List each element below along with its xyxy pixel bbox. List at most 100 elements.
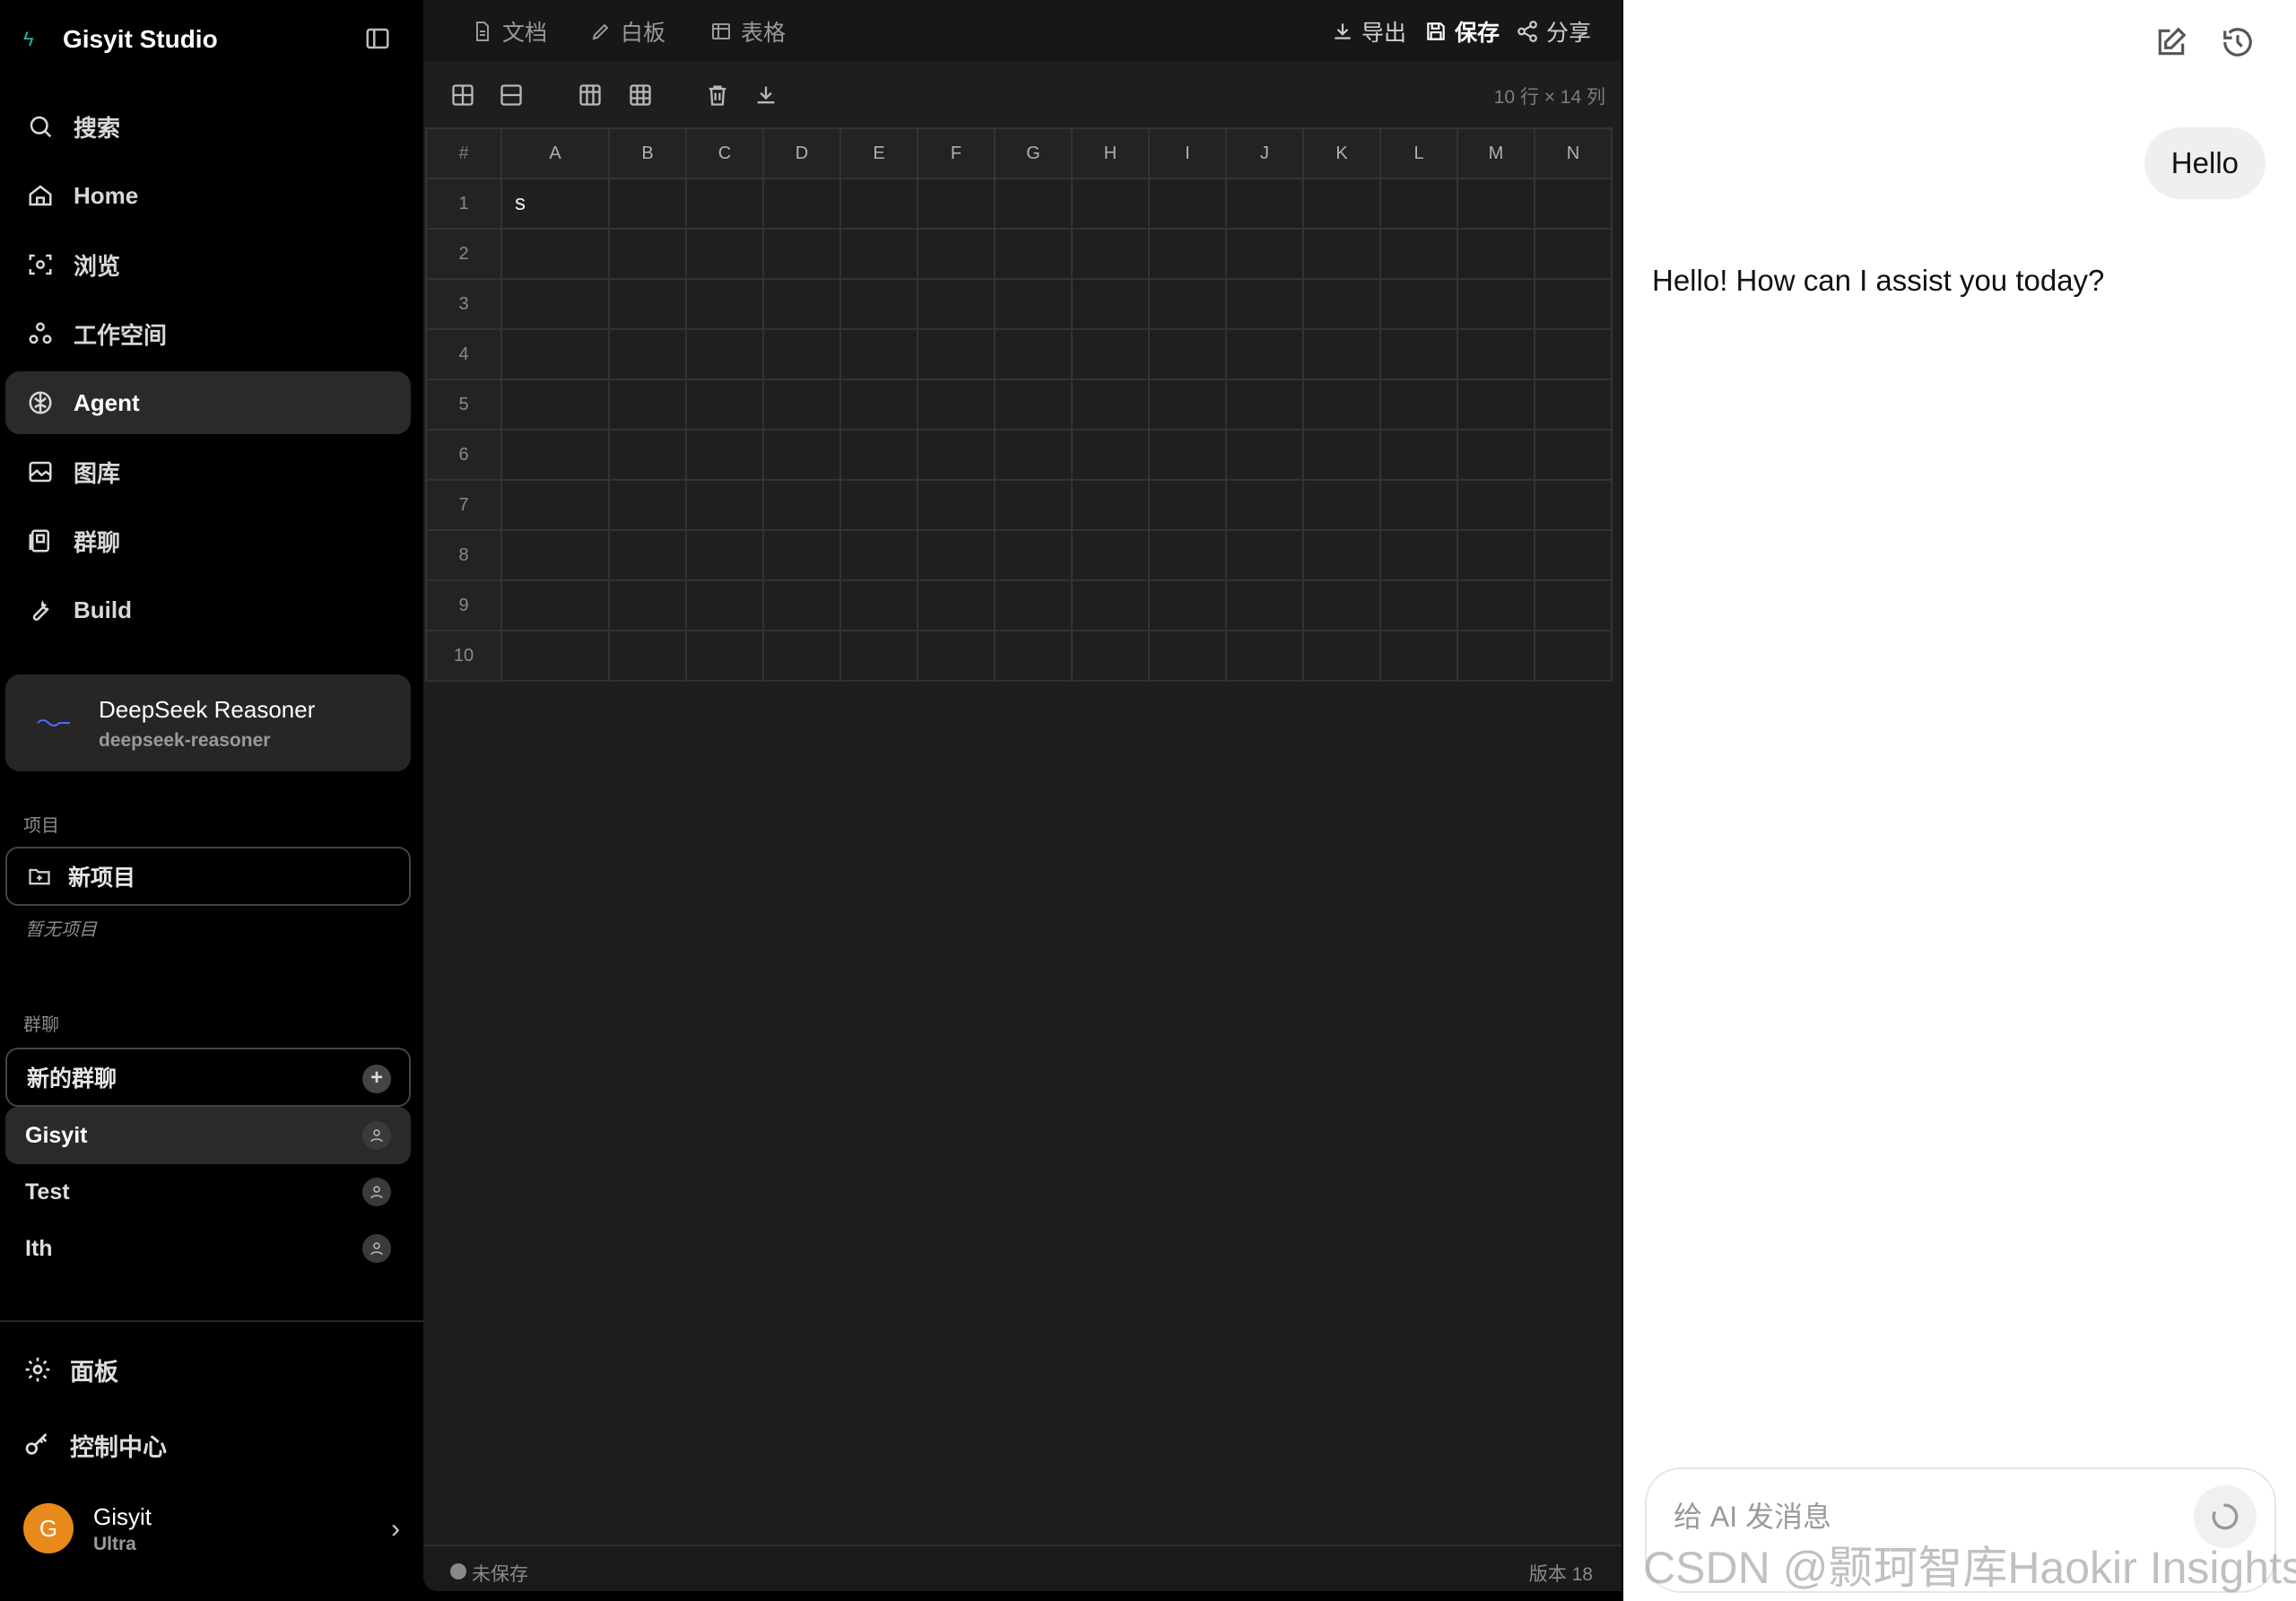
grid-cell[interactable] <box>839 278 918 330</box>
brand[interactable]: ϟ Gisyit Studio <box>23 22 218 57</box>
panel-button[interactable]: 面板 <box>23 1347 118 1392</box>
grid-cell[interactable] <box>917 178 996 230</box>
grid-cell[interactable] <box>1071 529 1150 581</box>
nav-item-gallery[interactable]: 图库 <box>5 440 411 503</box>
row-header[interactable]: 9 <box>425 579 502 631</box>
grid-cell[interactable] <box>1225 579 1304 631</box>
column-header[interactable]: M <box>1457 127 1535 179</box>
grid-cell[interactable] <box>1457 328 1535 380</box>
grid-cell[interactable] <box>994 378 1073 431</box>
grid-cell[interactable] <box>1225 378 1304 431</box>
grid-cell[interactable] <box>762 178 841 230</box>
grid-cell[interactable] <box>1534 579 1613 631</box>
grid-cell[interactable] <box>1148 579 1227 631</box>
new-group-chat-button[interactable]: 新的群聊 + <box>5 1048 411 1107</box>
grid-cell[interactable] <box>1379 630 1458 682</box>
tab-document[interactable]: 文档 <box>472 16 547 47</box>
grid-cell[interactable] <box>500 579 610 631</box>
grid-cell[interactable] <box>1225 328 1304 380</box>
row-header[interactable]: 1 <box>425 178 502 230</box>
nav-item-browse[interactable]: 浏览 <box>5 233 411 296</box>
column-header[interactable]: G <box>994 127 1073 179</box>
grid-cell[interactable] <box>608 630 687 682</box>
grid-cell[interactable] <box>762 278 841 330</box>
save-button[interactable]: 保存 <box>1424 16 1500 47</box>
grid-cell[interactable] <box>500 278 610 330</box>
nav-item-search[interactable]: 搜索 <box>5 95 411 158</box>
group-chat-item[interactable]: Gisyit <box>5 1107 411 1164</box>
grid-cell[interactable] <box>1457 479 1535 531</box>
grid-cell[interactable] <box>839 529 918 581</box>
grid-cell[interactable] <box>500 328 610 380</box>
grid-cell[interactable] <box>500 378 610 431</box>
grid-cell[interactable] <box>762 328 841 380</box>
grid-cell[interactable] <box>917 479 996 531</box>
grid-cell[interactable] <box>994 429 1073 481</box>
grid-cell[interactable] <box>1071 378 1150 431</box>
grid-cell[interactable] <box>685 378 764 431</box>
grid-cell[interactable] <box>685 429 764 481</box>
nav-item-agent[interactable]: Agent <box>5 371 411 434</box>
grid-cell[interactable] <box>917 529 996 581</box>
grid-cell[interactable] <box>1534 479 1613 531</box>
grid-cell[interactable] <box>839 228 918 280</box>
grid-cell[interactable] <box>1225 278 1304 330</box>
grid-cell[interactable] <box>994 328 1073 380</box>
row-header[interactable]: 2 <box>425 228 502 280</box>
grid-cell[interactable] <box>1071 630 1150 682</box>
plus-icon[interactable]: + <box>362 1065 391 1093</box>
grid-cell[interactable] <box>1534 429 1613 481</box>
grid-cell[interactable] <box>1457 178 1535 230</box>
user-profile[interactable]: G Gisyit Ultra › <box>23 1500 400 1562</box>
insert-column-button[interactable] <box>576 81 604 109</box>
row-header[interactable]: 7 <box>425 479 502 531</box>
grid-cell[interactable] <box>608 579 687 631</box>
row-header[interactable]: 5 <box>425 378 502 431</box>
grid-cell[interactable] <box>608 328 687 380</box>
grid-cell[interactable] <box>917 378 996 431</box>
grid-cell[interactable] <box>1071 178 1150 230</box>
delete-column-button[interactable] <box>626 81 655 109</box>
grid-cell[interactable] <box>917 429 996 481</box>
grid-cell[interactable] <box>994 278 1073 330</box>
grid-cell[interactable] <box>1302 429 1381 481</box>
column-header[interactable]: D <box>762 127 841 179</box>
delete-row-button[interactable] <box>497 81 526 109</box>
download-sheet-button[interactable] <box>752 81 780 109</box>
column-header[interactable]: I <box>1148 127 1227 179</box>
grid-cell[interactable] <box>994 479 1073 531</box>
grid-cell[interactable] <box>1379 328 1458 380</box>
grid-cell[interactable] <box>685 278 764 330</box>
history-button[interactable] <box>2221 25 2257 61</box>
grid-cell[interactable] <box>608 529 687 581</box>
column-header[interactable]: B <box>608 127 687 179</box>
grid-cell[interactable] <box>685 630 764 682</box>
grid-cell[interactable] <box>1457 378 1535 431</box>
grid-cell[interactable] <box>1379 529 1458 581</box>
row-header[interactable]: 3 <box>425 278 502 330</box>
grid-cell[interactable] <box>608 429 687 481</box>
grid-cell[interactable] <box>1148 529 1227 581</box>
grid-cell[interactable] <box>762 630 841 682</box>
grid-cell[interactable] <box>994 579 1073 631</box>
grid-cell[interactable] <box>500 529 610 581</box>
grid-cell[interactable] <box>685 178 764 230</box>
grid-cell[interactable] <box>1225 479 1304 531</box>
grid-cell[interactable] <box>1148 429 1227 481</box>
grid-cell[interactable] <box>1225 228 1304 280</box>
grid-cell[interactable] <box>1225 429 1304 481</box>
grid-cell[interactable] <box>1457 228 1535 280</box>
grid-cell[interactable] <box>1302 178 1381 230</box>
grid-cell[interactable] <box>1379 479 1458 531</box>
export-button[interactable]: 导出 <box>1331 16 1406 47</box>
grid-cell[interactable] <box>1457 278 1535 330</box>
grid-cell[interactable] <box>839 378 918 431</box>
grid-cell[interactable] <box>1148 228 1227 280</box>
grid-cell[interactable] <box>1379 228 1458 280</box>
grid-cell[interactable] <box>917 579 996 631</box>
column-header[interactable]: L <box>1379 127 1458 179</box>
grid-cell[interactable] <box>1302 278 1381 330</box>
grid-cell[interactable] <box>762 378 841 431</box>
clear-button[interactable] <box>703 81 732 109</box>
grid-cell[interactable] <box>762 479 841 531</box>
